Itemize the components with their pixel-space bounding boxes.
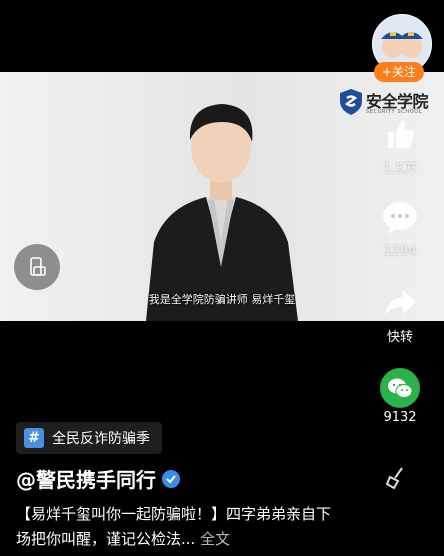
broom-icon[interactable]: [384, 466, 408, 490]
author-name-row[interactable]: @警民携手同行: [16, 464, 180, 493]
phone-rotate-icon: [30, 257, 46, 276]
like-count: 1.5万: [383, 162, 417, 177]
wechat-icon: [388, 378, 413, 398]
topic-tag[interactable]: # 全民反诈防骗季: [16, 422, 162, 454]
comment-count: 1294: [383, 244, 417, 259]
rotate-screen-button[interactable]: [14, 244, 60, 290]
author-name: @警民携手同行: [16, 468, 156, 492]
share-arrow-icon: [385, 290, 416, 316]
description-text: 【易烊千玺叫你一起防骗啦！】四字弟弟亲自下场把你叫醒，谨记公检法...: [16, 505, 332, 548]
verified-badge-icon: [162, 469, 180, 488]
video-player[interactable]: 我是全学院防骗讲师 易烊千玺 安全学院 SECURITY SCHOOL: [0, 72, 444, 321]
post-description: 【易烊千玺叫你一起防骗啦！】四字弟弟亲自下场把你叫醒，谨记公检法... 全文: [16, 502, 336, 552]
logo-subtitle: SECURITY SCHOOL: [366, 109, 423, 115]
share-button[interactable]: 快转: [372, 286, 428, 345]
thumbs-up-icon: [388, 120, 415, 148]
topic-tag-label: 全民反诈防骗季: [52, 431, 150, 447]
follow-button[interactable]: +关注: [374, 62, 424, 82]
hashtag-icon: #: [24, 428, 44, 448]
read-more-link[interactable]: 全文: [200, 530, 230, 548]
presenter-figure: [146, 104, 298, 321]
like-button[interactable]: 1.5万: [372, 116, 428, 177]
wechat-icon-wrap: [380, 368, 420, 408]
shield-logo-icon: [340, 89, 362, 115]
wechat-count: 9132: [383, 410, 417, 425]
comment-bubble-icon: [383, 202, 417, 234]
comment-button[interactable]: 1294: [372, 198, 428, 259]
wechat-share-button[interactable]: 9132: [372, 368, 428, 425]
share-label: 快转: [386, 330, 413, 345]
